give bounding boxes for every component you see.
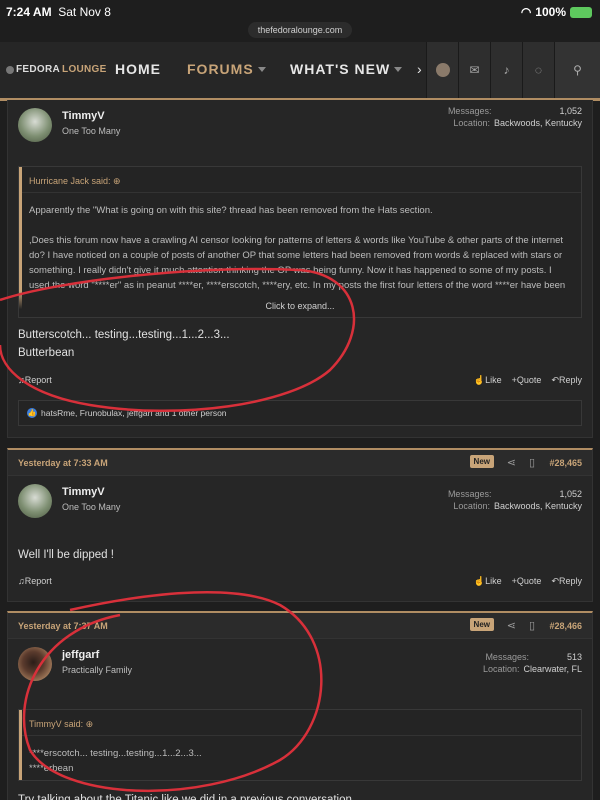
post-date[interactable]: Yesterday at 7:37 AM (18, 621, 108, 631)
battery-percent: 100% (535, 5, 566, 19)
site-logo[interactable]: FEDORA LOUNGE (6, 64, 107, 75)
post-number[interactable]: #28,465 (549, 458, 582, 468)
post-28464: TimmyV One Too Many Messages: 1,052 Locat… (7, 100, 593, 438)
bell-report-icon: ♫ (18, 375, 25, 385)
user-messages: Messages: 1,052 (447, 489, 582, 499)
share-icon[interactable]: ⋖ (507, 456, 516, 469)
post-28466: Yesterday at 7:37 AM New ⋖ ▯ #28,466 jef… (7, 611, 593, 800)
avatar[interactable] (18, 647, 52, 681)
status-right: ◠ 100% (521, 5, 592, 19)
quote-text: ****erscotch... testing...testing...1...… (29, 748, 202, 774)
user-title: Practically Family (62, 665, 133, 675)
chevron-down-icon[interactable] (394, 67, 402, 72)
avatar[interactable] (18, 108, 52, 142)
like-button[interactable]: ☝Like (474, 375, 502, 386)
username[interactable]: TimmyV (62, 110, 105, 122)
status-bar: 7:24 AM Sat Nov 8 ◠ 100% (0, 0, 600, 22)
username[interactable]: jeffgarf (62, 649, 99, 661)
nav-more-arrow[interactable]: › (417, 61, 423, 77)
post-actions: ♫Report ☝Like +Quote ↶Reply (18, 576, 582, 592)
post-body: Try talking about the Titanic like we di… (18, 794, 352, 800)
battery-icon (570, 6, 592, 18)
reply-button[interactable]: ↶Reply (551, 576, 582, 587)
site-nav: FEDORA LOUNGE HOME FORUMS WHAT'S NEW › ✉ … (0, 42, 600, 98)
post-body: Butterscotch... testing...testing...1...… (18, 329, 230, 359)
thumb-icon: ☝ (473, 576, 486, 586)
user-location: Location: Backwoods, Kentucky (453, 501, 582, 511)
avatar-icon[interactable] (426, 42, 458, 98)
quote-button[interactable]: +Quote (512, 576, 542, 587)
thumb-icon: ☝ (473, 375, 486, 385)
share-icon[interactable]: ⋖ (507, 619, 516, 632)
like-button[interactable]: ☝Like (474, 576, 502, 587)
post-header: Yesterday at 7:33 AM New ⋖ ▯ #28,465 (8, 450, 592, 476)
post-number[interactable]: #28,466 (549, 621, 582, 631)
bulb-icon[interactable]: ◌ (522, 42, 554, 98)
post-date[interactable]: Yesterday at 7:33 AM (18, 458, 108, 468)
user-location: Location: Clearwater, FL (482, 664, 582, 674)
nav-icon-group: ✉ ♪ ◌ ⚲ (426, 42, 600, 98)
search-icon[interactable]: ⚲ (554, 42, 600, 98)
quote-block: Hurricane Jack said: ⊕ Apparently the "W… (18, 166, 582, 318)
post-actions: ♫Report ☝Like +Quote ↶Reply (18, 375, 582, 391)
mail-icon[interactable]: ✉ (458, 42, 490, 98)
new-badge: New (469, 618, 494, 631)
user-location: Location: Backwoods, Kentucky (453, 118, 582, 128)
report-button[interactable]: ♫Report (18, 576, 52, 586)
user-title: One Too Many (62, 502, 121, 512)
click-to-expand[interactable]: Click to expand... (19, 301, 581, 311)
post-user: TimmyV One Too Many Messages: 1,052 Locat… (8, 476, 592, 532)
chevron-down-icon[interactable] (258, 67, 266, 72)
quote-block: TimmyV said: ⊕ ****erscotch... testing..… (18, 709, 582, 781)
post-user: jeffgarf Practically Family Messages: 513… (8, 639, 592, 695)
post-body: Well I'll be dipped ! (18, 549, 114, 561)
bell-icon[interactable]: ♪ (490, 42, 522, 98)
user-title: One Too Many (62, 126, 121, 136)
reply-icon: ↶ (551, 576, 559, 586)
nav-home[interactable]: HOME (115, 61, 161, 77)
avatar[interactable] (18, 484, 52, 518)
nav-whats-new[interactable]: WHAT'S NEW (290, 61, 390, 77)
reply-icon: ↶ (551, 375, 559, 385)
bookmark-icon[interactable]: ▯ (529, 619, 535, 632)
wifi-icon: ◠ (520, 5, 532, 19)
reply-button[interactable]: ↶Reply (551, 375, 582, 386)
bell-report-icon: ♫ (18, 576, 25, 586)
new-badge: New (469, 455, 494, 468)
user-messages: Messages: 513 (485, 652, 582, 662)
user-messages: Messages: 1,052 (447, 106, 582, 116)
reactions-bar[interactable]: 👍 hatsRme, Frunobulax, jeffgarf and 1 ot… (18, 400, 582, 426)
post-28465: Yesterday at 7:33 AM New ⋖ ▯ #28,465 Tim… (7, 448, 593, 602)
like-reaction-icon: 👍 (27, 408, 37, 418)
quote-author[interactable]: Hurricane Jack said: ⊕ (19, 167, 581, 193)
quote-button[interactable]: +Quote (512, 375, 542, 386)
status-time: 7:24 AM Sat Nov 8 (6, 5, 111, 19)
report-button[interactable]: ♫Report (18, 375, 52, 385)
quote-text: Apparently the "What is going on with th… (29, 205, 566, 291)
post-user: TimmyV One Too Many Messages: 1,052 Locat… (8, 100, 592, 156)
quote-author[interactable]: TimmyV said: ⊕ (19, 710, 581, 736)
url-bar[interactable]: thefedoralounge.com (248, 22, 352, 38)
username[interactable]: TimmyV (62, 486, 105, 498)
bookmark-icon[interactable]: ▯ (529, 456, 535, 469)
fedora-logo-icon (6, 65, 14, 74)
reactions-text: hatsRme, Frunobulax, jeffgarf and 1 othe… (41, 408, 227, 418)
post-header: Yesterday at 7:37 AM New ⋖ ▯ #28,466 (8, 613, 592, 639)
nav-forums[interactable]: FORUMS (187, 61, 254, 77)
